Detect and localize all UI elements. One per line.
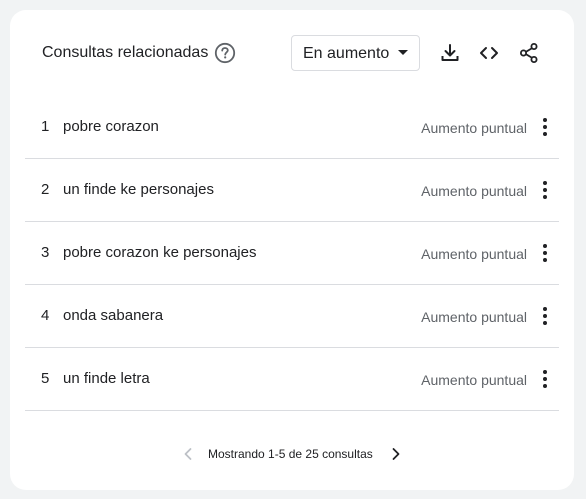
list-item[interactable]: 3 pobre corazon ke personajes Aumento pu… — [25, 222, 559, 285]
item-query[interactable]: un finde letra — [63, 369, 150, 389]
item-query[interactable]: pobre corazon — [63, 117, 159, 137]
share-icon[interactable] — [517, 41, 541, 65]
item-rank: 3 — [41, 244, 50, 261]
embed-code-icon[interactable] — [477, 41, 501, 65]
filter-dropdown[interactable]: En aumento — [291, 35, 420, 71]
filter-dropdown-value: En aumento — [303, 45, 390, 62]
item-value: Aumento puntual — [421, 183, 527, 199]
item-rank: 5 — [41, 370, 50, 387]
card-header: Consultas relacionadas En aumento — [10, 10, 574, 96]
help-circle-icon[interactable] — [214, 42, 236, 64]
card-title: Consultas relacionadas — [42, 44, 209, 61]
related-queries-card: Consultas relacionadas En aumento 1 pobr… — [10, 10, 574, 490]
item-value: Aumento puntual — [421, 309, 527, 325]
item-query[interactable]: un finde ke personajes — [63, 180, 214, 200]
more-vert-icon[interactable] — [533, 115, 557, 139]
item-rank: 1 — [41, 118, 50, 135]
list-item[interactable]: 5 un finde letra Aumento puntual — [25, 348, 559, 411]
more-vert-icon[interactable] — [533, 178, 557, 202]
item-rank: 2 — [41, 181, 50, 198]
download-icon[interactable] — [438, 41, 462, 65]
item-value: Aumento puntual — [421, 246, 527, 262]
pagination: Mostrando 1-5 de 25 consultas — [10, 440, 574, 468]
more-vert-icon[interactable] — [533, 304, 557, 328]
item-query[interactable]: onda sabanera — [63, 306, 163, 326]
item-value: Aumento puntual — [421, 372, 527, 388]
queries-list: 1 pobre corazon Aumento puntual 2 un fin… — [25, 96, 559, 411]
caret-down-icon — [398, 50, 408, 55]
list-item[interactable]: 2 un finde ke personajes Aumento puntual — [25, 159, 559, 222]
chevron-left-icon[interactable] — [176, 442, 200, 466]
pagination-label: Mostrando 1-5 de 25 consultas — [208, 447, 373, 461]
chevron-right-icon[interactable] — [384, 442, 408, 466]
item-rank: 4 — [41, 307, 50, 324]
item-query[interactable]: pobre corazon ke personajes — [63, 243, 256, 263]
more-vert-icon[interactable] — [533, 241, 557, 265]
item-value: Aumento puntual — [421, 120, 527, 136]
more-vert-icon[interactable] — [533, 367, 557, 391]
list-item[interactable]: 1 pobre corazon Aumento puntual — [25, 96, 559, 159]
list-item[interactable]: 4 onda sabanera Aumento puntual — [25, 285, 559, 348]
